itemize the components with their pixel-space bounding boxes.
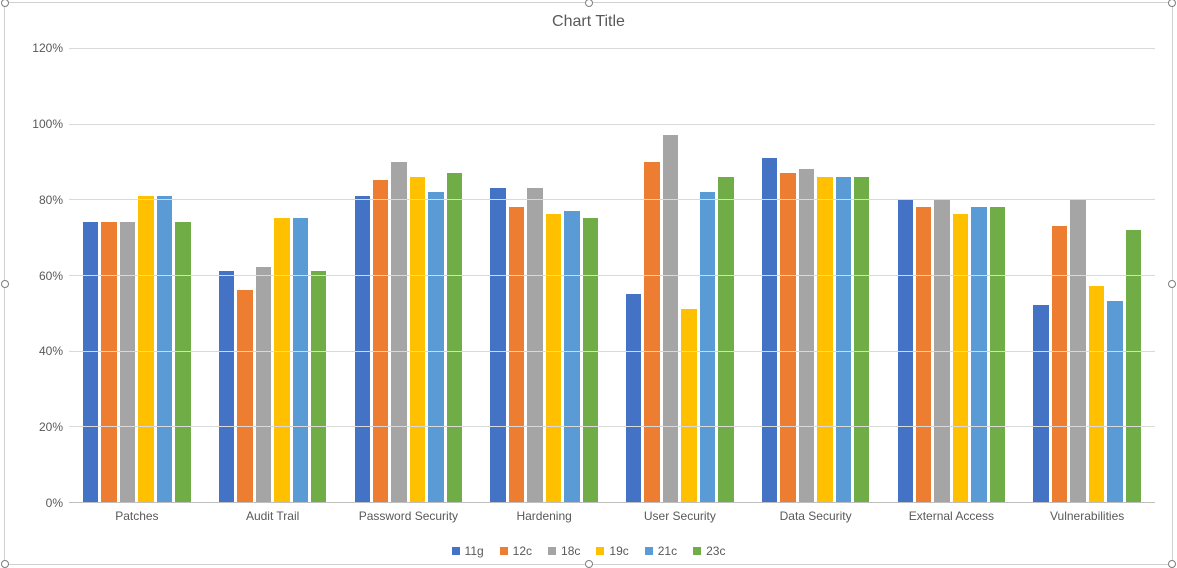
bar[interactable] bbox=[1107, 301, 1122, 502]
y-tick-label: 40% bbox=[25, 344, 63, 358]
legend-item[interactable]: 11g bbox=[452, 544, 484, 558]
legend-swatch bbox=[693, 547, 701, 555]
bar[interactable] bbox=[799, 169, 814, 502]
bar[interactable] bbox=[953, 214, 968, 502]
bar[interactable] bbox=[663, 135, 678, 502]
bar[interactable] bbox=[836, 177, 851, 502]
gridline bbox=[69, 199, 1155, 200]
bar[interactable] bbox=[410, 177, 425, 502]
x-tick-label: Hardening bbox=[476, 509, 612, 523]
bar[interactable] bbox=[355, 196, 370, 502]
x-tick-label: Patches bbox=[69, 509, 205, 523]
bar[interactable] bbox=[971, 207, 986, 502]
legend-item[interactable]: 12c bbox=[500, 544, 532, 558]
y-tick-label: 20% bbox=[25, 420, 63, 434]
plot bbox=[69, 48, 1155, 503]
y-tick-label: 60% bbox=[25, 269, 63, 283]
bar[interactable] bbox=[490, 188, 505, 502]
legend-swatch bbox=[596, 547, 604, 555]
bar[interactable] bbox=[311, 271, 326, 502]
bar[interactable] bbox=[138, 196, 153, 502]
bar[interactable] bbox=[583, 218, 598, 502]
bar[interactable] bbox=[1126, 230, 1141, 502]
legend-label: 18c bbox=[561, 544, 580, 558]
legend-item[interactable]: 19c bbox=[596, 544, 628, 558]
gridline bbox=[69, 426, 1155, 427]
bar[interactable] bbox=[527, 188, 542, 502]
legend-label: 23c bbox=[706, 544, 725, 558]
resize-handle-ne[interactable] bbox=[1168, 0, 1176, 7]
legend-label: 21c bbox=[658, 544, 677, 558]
y-axis: 0%20%40%60%80%100%120% bbox=[25, 48, 67, 503]
bar[interactable] bbox=[762, 158, 777, 502]
bar[interactable] bbox=[1089, 286, 1104, 502]
bar[interactable] bbox=[854, 177, 869, 502]
x-tick-label: Vulnerabilities bbox=[1019, 509, 1155, 523]
bar[interactable] bbox=[700, 192, 715, 502]
resize-handle-n[interactable] bbox=[585, 0, 593, 7]
bar[interactable] bbox=[1052, 226, 1067, 502]
y-tick-label: 120% bbox=[25, 41, 63, 55]
bar[interactable] bbox=[373, 180, 388, 502]
bar[interactable] bbox=[780, 173, 795, 502]
legend-label: 12c bbox=[513, 544, 532, 558]
x-tick-label: Audit Trail bbox=[205, 509, 341, 523]
bar[interactable] bbox=[817, 177, 832, 502]
legend-swatch bbox=[452, 547, 460, 555]
bar[interactable] bbox=[237, 290, 252, 502]
gridline bbox=[69, 124, 1155, 125]
bar[interactable] bbox=[509, 207, 524, 502]
x-tick-label: Password Security bbox=[341, 509, 477, 523]
bar[interactable] bbox=[391, 162, 406, 503]
x-tick-label: User Security bbox=[612, 509, 748, 523]
chart-container[interactable]: Chart Title 0% 20% 40% 60% 80% 100% 120% Patch… bbox=[4, 2, 1173, 565]
y-tick-label: 80% bbox=[25, 193, 63, 207]
legend-item[interactable]: 23c bbox=[693, 544, 725, 558]
bar[interactable] bbox=[157, 196, 172, 502]
bar[interactable] bbox=[219, 271, 234, 502]
bar[interactable] bbox=[546, 214, 561, 502]
bar[interactable] bbox=[644, 162, 659, 503]
bar[interactable] bbox=[990, 207, 1005, 502]
legend-label: 19c bbox=[609, 544, 628, 558]
x-tick-label: Data Security bbox=[748, 509, 884, 523]
gridline bbox=[69, 275, 1155, 276]
legend-swatch bbox=[500, 547, 508, 555]
bar[interactable] bbox=[256, 267, 271, 502]
resize-handle-e[interactable] bbox=[1168, 280, 1176, 288]
bar[interactable] bbox=[175, 222, 190, 502]
bar[interactable] bbox=[681, 309, 696, 502]
bar[interactable] bbox=[718, 177, 733, 502]
bar[interactable] bbox=[564, 211, 579, 502]
bar[interactable] bbox=[626, 294, 641, 502]
bar[interactable] bbox=[274, 218, 289, 502]
plot-area: 0%20%40%60%80%100%120% PatchesAudit Trai… bbox=[25, 48, 1155, 503]
x-axis-labels: PatchesAudit TrailPassword SecurityHarde… bbox=[69, 503, 1155, 523]
resize-handle-w[interactable] bbox=[1, 280, 9, 288]
bar[interactable] bbox=[1033, 305, 1048, 502]
x-tick-label: External Access bbox=[884, 509, 1020, 523]
legend-item[interactable]: 18c bbox=[548, 544, 580, 558]
gridline bbox=[69, 351, 1155, 352]
bar[interactable] bbox=[120, 222, 135, 502]
legend-item[interactable]: 21c bbox=[645, 544, 677, 558]
bar[interactable] bbox=[101, 222, 116, 502]
bar[interactable] bbox=[428, 192, 443, 502]
gridline bbox=[69, 48, 1155, 49]
chart-title[interactable]: Chart Title bbox=[5, 3, 1172, 35]
bar[interactable] bbox=[447, 173, 462, 502]
legend-swatch bbox=[645, 547, 653, 555]
legend-swatch bbox=[548, 547, 556, 555]
bar[interactable] bbox=[83, 222, 98, 502]
legend-label: 11g bbox=[465, 544, 484, 558]
bar[interactable] bbox=[293, 218, 308, 502]
legend[interactable]: 11g 12c 18c 19c 21c 23c bbox=[5, 544, 1172, 558]
bar[interactable] bbox=[916, 207, 931, 502]
y-tick-label: 100% bbox=[25, 117, 63, 131]
y-tick-label: 0% bbox=[25, 496, 63, 510]
